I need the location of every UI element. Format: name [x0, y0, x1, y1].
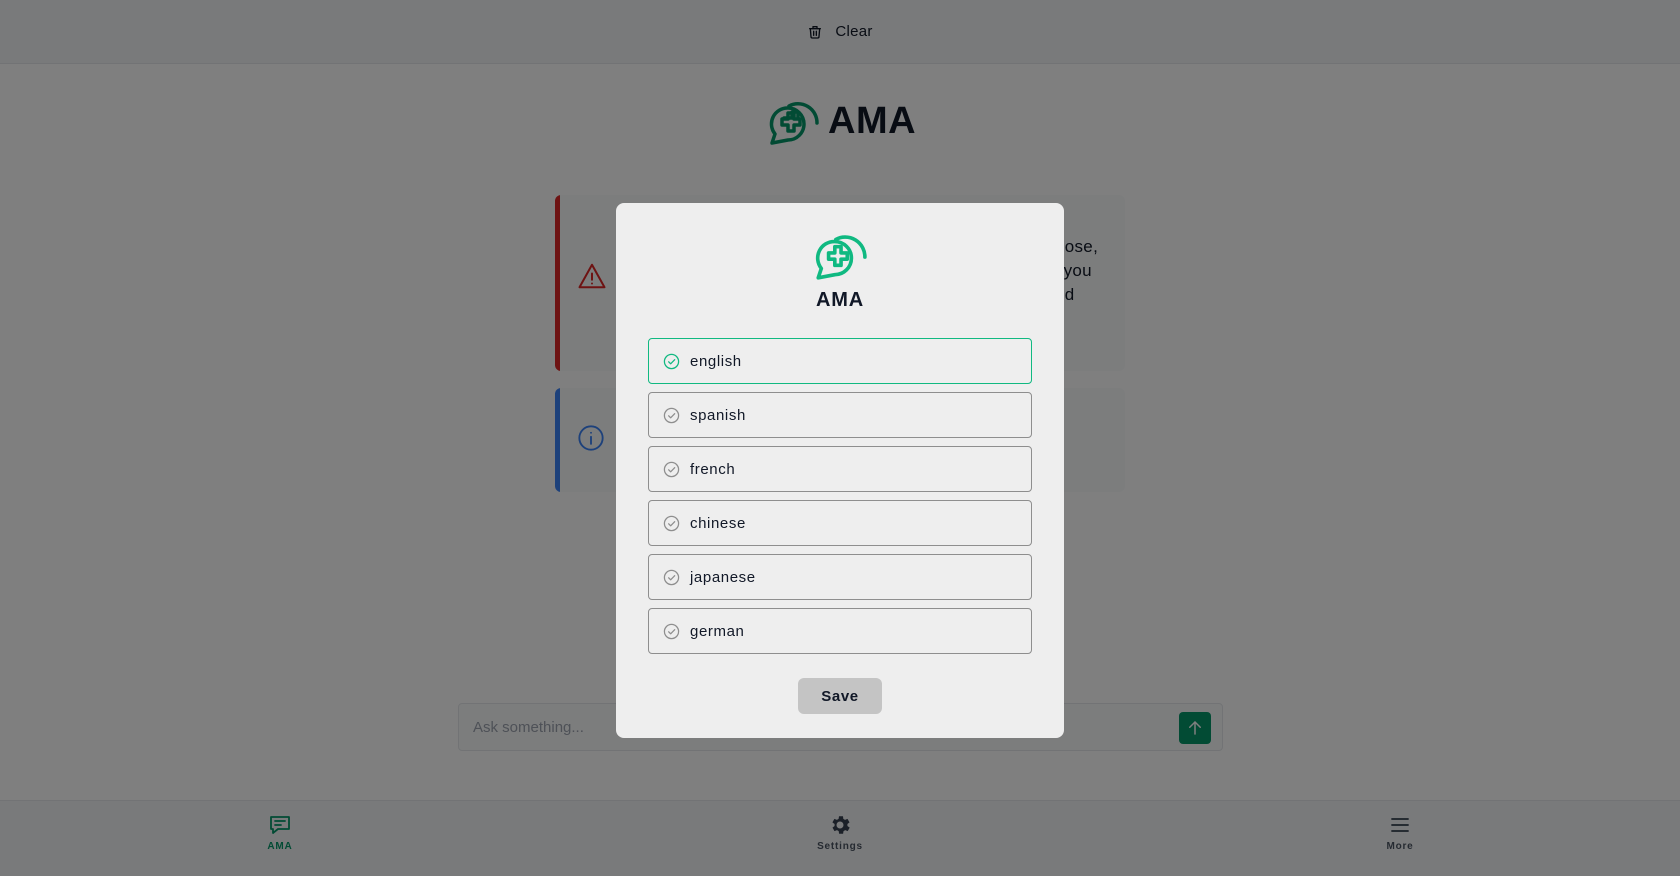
language-option-spanish[interactable]: spanish — [648, 392, 1032, 438]
language-option-label: french — [690, 460, 736, 478]
language-option-german[interactable]: german — [648, 608, 1032, 654]
language-option-french[interactable]: french — [648, 446, 1032, 492]
modal-title: AMA — [816, 289, 864, 311]
language-option-label: english — [690, 352, 742, 370]
save-button[interactable]: Save — [798, 678, 882, 714]
check-circle-icon — [663, 407, 680, 423]
language-option-label: japanese — [690, 568, 756, 586]
language-option-japanese[interactable]: japanese — [648, 554, 1032, 600]
language-modal: AMA english spanish french chinese japanese g… — [616, 203, 1064, 738]
language-option-label: german — [690, 622, 745, 640]
check-circle-icon — [663, 569, 680, 585]
language-option-label: spanish — [690, 406, 746, 424]
medical-chat-logo-icon — [815, 235, 867, 280]
language-option-chinese[interactable]: chinese — [648, 500, 1032, 546]
language-option-label: chinese — [690, 514, 746, 532]
check-circle-icon — [663, 515, 680, 531]
check-circle-icon — [663, 461, 680, 477]
check-circle-icon — [663, 623, 680, 639]
language-list: english spanish french chinese japanese germa… — [648, 338, 1032, 662]
language-option-english[interactable]: english — [648, 338, 1032, 384]
check-circle-icon — [663, 353, 680, 369]
